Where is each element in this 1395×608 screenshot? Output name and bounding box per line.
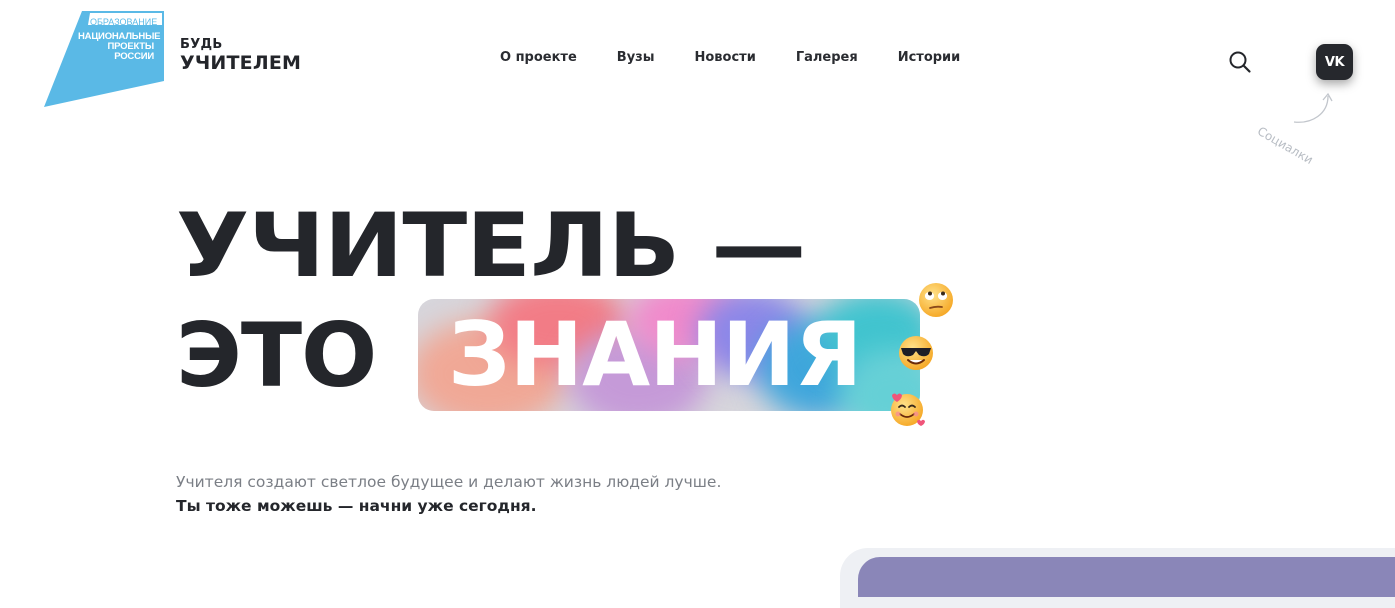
emblem-top-text: ОБРАЗОВАНИЕ xyxy=(90,17,158,27)
nav-item-about[interactable]: О проекте xyxy=(500,50,577,65)
hero-highlight-box: ЗНАНИЯ xyxy=(418,299,920,411)
bottom-card-inner xyxy=(858,557,1395,597)
brand-logo[interactable]: БУДЬ УЧИТЕЛЕМ xyxy=(180,37,302,75)
main-nav: О проекте Вузы Новости Галерея Истории xyxy=(500,50,960,65)
vk-icon: VK xyxy=(1324,54,1345,70)
nav-item-gallery[interactable]: Галерея xyxy=(796,50,858,65)
smiling-face-with-hearts-icon xyxy=(887,389,925,427)
brand-line-1: БУДЬ xyxy=(180,37,223,52)
brand-line-2: УЧИТЕЛЕМ xyxy=(180,52,302,74)
hero-highlight-word: ЗНАНИЯ xyxy=(448,303,862,406)
vk-button[interactable]: VK xyxy=(1316,44,1353,80)
hero-lead-strong-text: Ты тоже можешь — начни уже сегодня. xyxy=(176,497,537,515)
social-hint-label: Социалки xyxy=(1255,124,1316,168)
hero-title-line-1: УЧИТЕЛЬ — xyxy=(176,194,806,297)
search-icon[interactable] xyxy=(1228,50,1252,74)
nav-item-universities[interactable]: Вузы xyxy=(617,50,655,65)
hero-lead-text: Учителя создают светлое будущее и делают… xyxy=(176,473,722,491)
face-with-rolling-eyes-icon xyxy=(917,281,955,319)
emblem-main-text: НАЦИОНАЛЬНЫЕ ПРОЕКТЫ РОССИИ xyxy=(78,32,161,62)
smiling-face-with-sunglasses-icon xyxy=(897,334,935,372)
nav-item-stories[interactable]: Истории xyxy=(898,50,961,65)
curved-arrow-icon xyxy=(1293,92,1333,123)
national-projects-emblem[interactable]: ОБРАЗОВАНИЕ НАЦИОНАЛЬНЫЕ ПРОЕКТЫ РОССИИ xyxy=(44,9,166,109)
emblem-line: РОССИИ xyxy=(114,51,154,62)
nav-item-news[interactable]: Новости xyxy=(695,50,756,65)
hero-title-line-2: ЭТО xyxy=(176,304,377,407)
